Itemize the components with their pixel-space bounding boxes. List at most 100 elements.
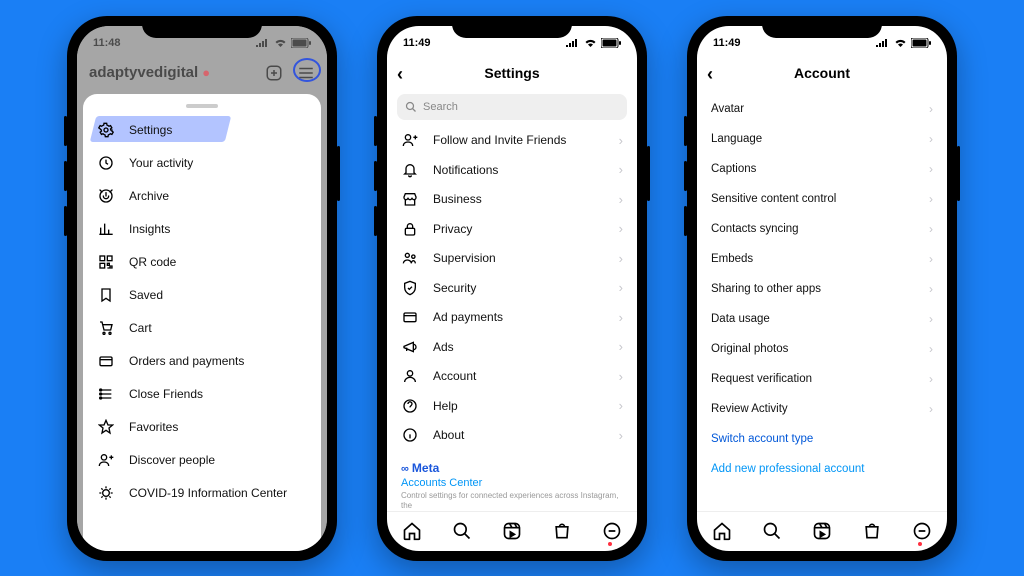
account-item-request-verification[interactable]: Request verification› [697, 364, 947, 394]
switch-account-type-link[interactable]: Switch account type [697, 424, 947, 454]
account-item-original-photos[interactable]: Original photos› [697, 334, 947, 364]
chevron-right-icon: › [929, 402, 933, 416]
search-input[interactable]: Search [397, 94, 627, 120]
nav-header: ‹ Settings [387, 56, 637, 90]
account-item-language[interactable]: Language› [697, 124, 947, 154]
settings-item-supervision[interactable]: Supervision› [387, 244, 637, 274]
settings-item-label: Privacy [433, 222, 472, 236]
add-professional-account-label: Add new professional account [711, 463, 864, 475]
sheet-grabber[interactable] [186, 104, 218, 108]
account-item-label: Sensitive content control [711, 193, 836, 205]
notch [452, 16, 572, 38]
sup-icon [401, 250, 419, 266]
menu-item-qr-code[interactable]: QR code [83, 246, 321, 279]
menu-item-discover-people[interactable]: Discover people [83, 444, 321, 477]
chevron-right-icon: › [619, 280, 623, 295]
account-item-contacts-syncing[interactable]: Contacts syncing› [697, 214, 947, 244]
menu-item-your-activity[interactable]: Your activity [83, 147, 321, 180]
settings-item-notifications[interactable]: Notifications› [387, 155, 637, 185]
accounts-center-link[interactable]: Accounts Center [401, 477, 623, 489]
chevron-right-icon: › [929, 342, 933, 356]
settings-item-follow-and-invite-friends[interactable]: Follow and Invite Friends› [387, 126, 637, 156]
menu-item-saved[interactable]: Saved [83, 279, 321, 312]
chevron-right-icon: › [929, 372, 933, 386]
screen-2: 11:49 ‹ Settings Search Follow and Invit… [387, 26, 637, 551]
menu-item-label: Orders and payments [129, 354, 244, 368]
menu-item-label: Your activity [129, 156, 193, 170]
search-placeholder: Search [423, 101, 458, 113]
account-item-data-usage[interactable]: Data usage › [697, 304, 947, 334]
profile-header: adaptyvedigital ● [77, 56, 327, 90]
menu-item-settings[interactable]: Settings [83, 114, 321, 147]
chevron-right-icon: › [929, 192, 933, 206]
settings-item-label: Notifications [433, 163, 498, 177]
menu-item-covid-19-information-center[interactable]: COVID-19 Information Center [83, 477, 321, 510]
account-item-label: Language [711, 133, 762, 145]
search-tab[interactable] [762, 521, 782, 541]
chevron-right-icon: › [929, 102, 933, 116]
back-button[interactable]: ‹ [397, 64, 403, 85]
follow-icon [401, 132, 419, 148]
settings-item-about[interactable]: About› [387, 421, 637, 451]
card-icon [401, 309, 419, 325]
switch-account-type-label: Switch account type [711, 433, 813, 445]
account-item-sensitive-content-control[interactable]: Sensitive content control › [697, 184, 947, 214]
shop-tab[interactable] [862, 521, 882, 541]
account-item-label: Data usage [711, 313, 770, 325]
menu-item-favorites[interactable]: Favorites [83, 411, 321, 444]
bell-icon [401, 162, 419, 178]
meta-block: ∞ Meta Accounts Center Control settings … [387, 455, 637, 510]
reels-tab[interactable] [812, 521, 832, 541]
create-icon[interactable] [265, 64, 283, 82]
menu-item-archive[interactable]: Archive [83, 180, 321, 213]
insights-icon [97, 221, 115, 237]
chevron-right-icon: › [619, 369, 623, 384]
settings-item-account[interactable]: Account › [387, 362, 637, 392]
shop-tab[interactable] [552, 521, 572, 541]
profile-tab[interactable] [602, 521, 622, 541]
settings-item-label: Business [433, 192, 482, 206]
chevron-right-icon: › [929, 252, 933, 266]
menu-item-insights[interactable]: Insights [83, 213, 321, 246]
chevron-right-icon: › [619, 133, 623, 148]
account-item-captions[interactable]: Captions› [697, 154, 947, 184]
status-icons [566, 38, 621, 48]
search-tab[interactable] [452, 521, 472, 541]
back-button[interactable]: ‹ [707, 64, 713, 85]
settings-item-security[interactable]: Security› [387, 273, 637, 303]
account-item-avatar[interactable]: Avatar› [697, 94, 947, 124]
tab-bar [387, 511, 637, 551]
settings-item-privacy[interactable]: Privacy› [387, 214, 637, 244]
home-tab[interactable] [402, 521, 422, 541]
chevron-right-icon: › [929, 162, 933, 176]
menu-item-cart[interactable]: Cart [83, 312, 321, 345]
menu-item-label: Saved [129, 288, 163, 302]
notch [142, 16, 262, 38]
notification-dot [918, 542, 922, 546]
add-professional-account-link[interactable]: Add new professional account [697, 454, 947, 484]
menu-item-close-friends[interactable]: Close Friends [83, 378, 321, 411]
wifi-icon [894, 38, 907, 47]
notch [762, 16, 882, 38]
phone-frame-3: 11:49 ‹ Account Avatar›Language›Captions… [687, 16, 957, 561]
hamburger-highlight-circle [293, 58, 321, 82]
menu-item-orders-and-payments[interactable]: Orders and payments [83, 345, 321, 378]
notification-dot [608, 542, 612, 546]
covid-icon [97, 485, 115, 501]
settings-item-business[interactable]: Business› [387, 185, 637, 215]
settings-item-ad-payments[interactable]: Ad payments› [387, 303, 637, 333]
settings-item-ads[interactable]: Ads› [387, 332, 637, 362]
status-time: 11:49 [713, 37, 741, 49]
menu-item-label: Close Friends [129, 387, 203, 401]
settings-item-label: Account [433, 369, 476, 383]
account-item-sharing-to-other-apps[interactable]: Sharing to other apps› [697, 274, 947, 304]
reels-tab[interactable] [502, 521, 522, 541]
chevron-right-icon: › [929, 282, 933, 296]
settings-item-help[interactable]: Help› [387, 391, 637, 421]
account-item-embeds[interactable]: Embeds› [697, 244, 947, 274]
account-item-review-activity[interactable]: Review Activity› [697, 394, 947, 424]
profile-tab[interactable] [912, 521, 932, 541]
home-tab[interactable] [712, 521, 732, 541]
chevron-right-icon: › [929, 312, 933, 326]
qr-icon [97, 254, 115, 270]
